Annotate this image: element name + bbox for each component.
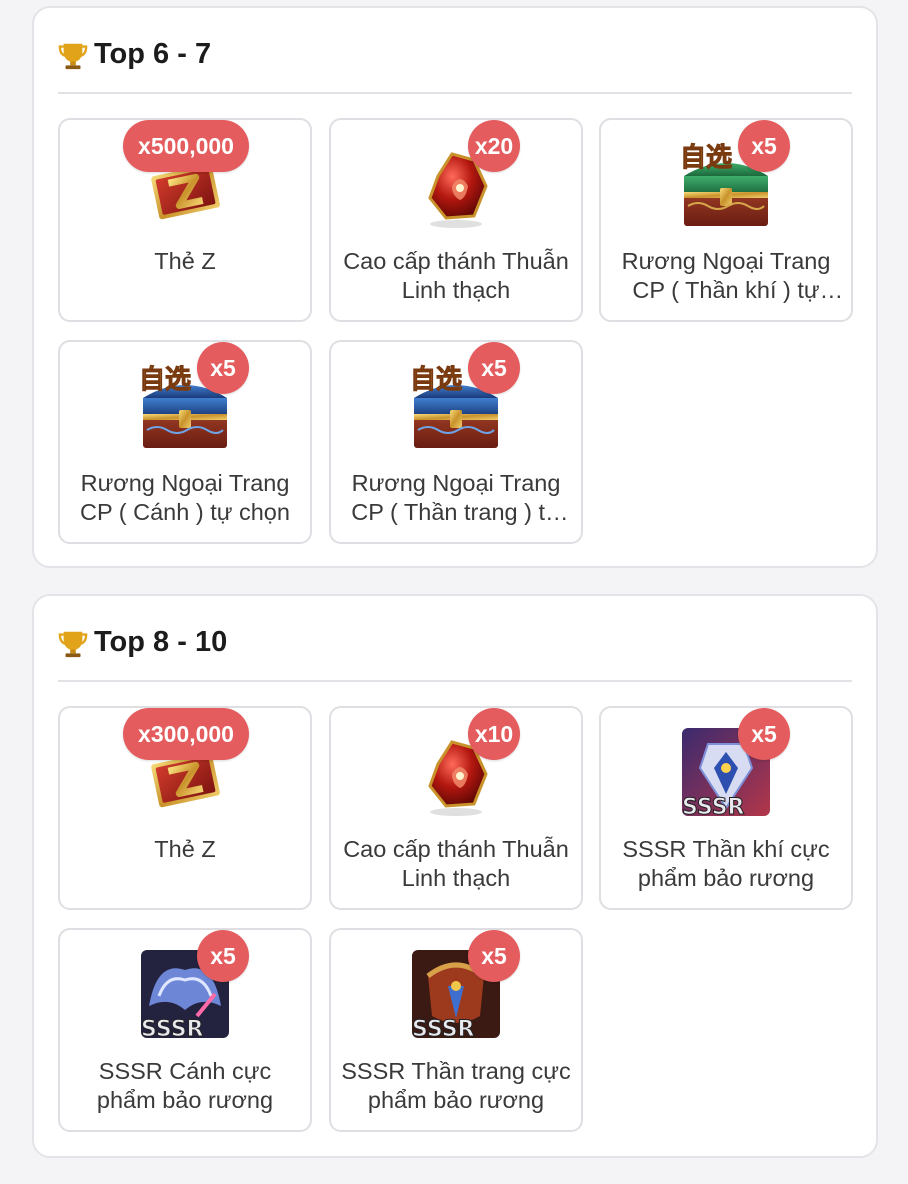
quantity-badge: x300,000 [123, 708, 249, 760]
reward-name: Cao cấp thánh Thuẫn Linh thạch [343, 248, 569, 303]
rarity-tag: SSSR [141, 1017, 204, 1042]
quantity-badge: x5 [197, 342, 249, 394]
quantity-badge: x5 [738, 120, 790, 172]
rarity-tag: SSSR [412, 1017, 475, 1042]
chest-tag: 自选 [410, 364, 462, 395]
reward-name: Rương Ngoại Trang CP ( Cánh ) tự chọn [80, 470, 290, 525]
quantity-badge: x5 [468, 930, 520, 982]
reward-section-top-6-7: Top 6 - 7 x500,000 Thẻ Z x20 Cao cấp thá… [32, 6, 878, 568]
reward-name: Rương Ngoại Trang CP ( Thần khí ) tự chọ… [621, 248, 831, 303]
quantity-badge: x20 [468, 120, 520, 172]
reward-card[interactable]: 自选 x5 Rương Ngoại Trang CP ( Thần trang … [329, 340, 583, 544]
reward-name: SSSR Cánh cực phẩm bảo rương [96, 1058, 274, 1113]
trophy-icon [58, 630, 88, 658]
trophy-icon [58, 42, 88, 70]
reward-card[interactable]: x20 Cao cấp thánh Thuẫn Linh thạch [329, 118, 583, 322]
quantity-badge: x500,000 [123, 120, 249, 172]
reward-name: Cao cấp thánh Thuẫn Linh thạch [343, 836, 569, 891]
reward-card[interactable]: 自选 x5 Rương Ngoại Trang CP ( Cánh ) tự c… [58, 340, 312, 544]
reward-card[interactable]: x500,000 Thẻ Z [58, 118, 312, 322]
chest-tag: 自选 [139, 364, 191, 395]
reward-section-top-8-10: Top 8 - 10 x300,000 Thẻ Z x10 Cao cấp th… [32, 594, 878, 1158]
section-header: Top 6 - 7 [58, 38, 211, 71]
section-header: Top 8 - 10 [58, 626, 227, 659]
reward-card[interactable]: SSSR x5 SSSR Cánh cực phẩm bảo rương [58, 928, 312, 1132]
reward-name: SSSR Thần trang cực phẩm bảo rương [341, 1058, 571, 1113]
reward-name: Rương Ngoại Trang CP ( Thần trang ) tự c… [351, 470, 561, 525]
quantity-badge: x5 [197, 930, 249, 982]
chest-tag: 自选 [680, 142, 732, 173]
reward-card[interactable]: SSSR x5 SSSR Thần khí cực phẩm bảo rương [599, 706, 853, 910]
quantity-badge: x10 [468, 708, 520, 760]
quantity-badge: x5 [738, 708, 790, 760]
reward-grid: x500,000 Thẻ Z x20 Cao cấp thánh Thuẫn L… [58, 118, 854, 548]
section-title: Top 8 - 10 [94, 626, 228, 658]
reward-name: Thẻ Z [154, 248, 216, 274]
section-divider [58, 92, 852, 94]
reward-card[interactable]: SSSR x5 SSSR Thần trang cực phẩm bảo rươ… [329, 928, 583, 1132]
reward-card[interactable]: x300,000 Thẻ Z [58, 706, 312, 910]
reward-card[interactable]: x10 Cao cấp thánh Thuẫn Linh thạch [329, 706, 583, 910]
section-title: Top 6 - 7 [94, 38, 212, 70]
section-divider [58, 680, 852, 682]
rarity-tag: SSSR [682, 795, 745, 820]
quantity-badge: x5 [468, 342, 520, 394]
reward-name: SSSR Thần khí cực phẩm bảo rương [622, 836, 830, 891]
reward-grid: x300,000 Thẻ Z x10 Cao cấp thánh Thuẫn L… [58, 706, 854, 1136]
reward-name: Thẻ Z [154, 836, 216, 862]
reward-card[interactable]: 自选 x5 Rương Ngoại Trang CP ( Thần khí ) … [599, 118, 853, 322]
